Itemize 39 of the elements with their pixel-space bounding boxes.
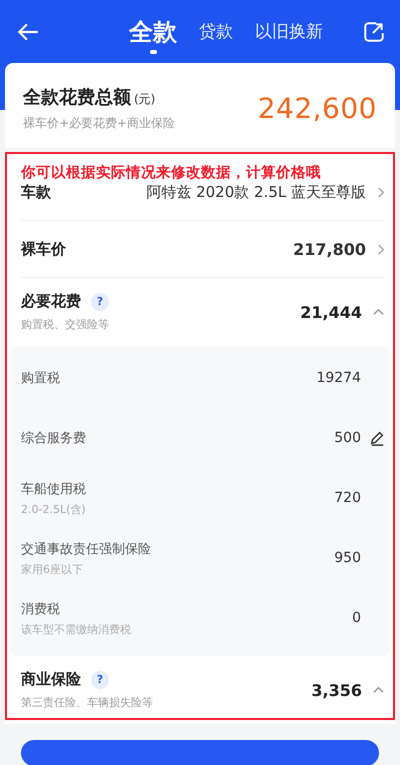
- chevron-up-icon[interactable]: [372, 307, 385, 317]
- item-value: 720: [334, 490, 361, 506]
- tab[interactable]: 贷款: [199, 20, 233, 43]
- annotation-text: 你可以根据实际情况来修改数据，计算价格哦: [21, 164, 321, 182]
- row-value: 217,800: [293, 240, 366, 258]
- tab[interactable]: 以旧换新: [255, 20, 323, 43]
- help-icon[interactable]: ?: [91, 670, 109, 688]
- item-value: 0: [352, 610, 361, 626]
- item-label: 交通事故责任强制保险: [21, 540, 151, 558]
- row-label: 裸车价: [21, 240, 66, 258]
- item-value: 500: [334, 430, 361, 446]
- total-title: 全款花费总额: [23, 86, 131, 109]
- item-label: 车船使用税: [21, 480, 86, 498]
- item-label: 消费税: [21, 600, 61, 618]
- row-label: 车款: [21, 182, 51, 202]
- item-label: 购置税: [21, 370, 60, 387]
- item-label: 综合服务费: [21, 430, 86, 447]
- share-icon[interactable]: [362, 20, 386, 44]
- row-value: 阿特兹 2020款 2.5L 蓝天至尊版: [146, 182, 366, 202]
- formula-text: 裸车价+必要花费+商业保险: [23, 115, 176, 132]
- group-value: 3,356: [311, 680, 362, 700]
- tab[interactable]: 全款: [129, 18, 177, 54]
- group-label: 商业保险: [21, 670, 81, 689]
- item-note: 2.0-2.5L(含): [21, 502, 86, 516]
- item-note: 家用6座以下: [21, 562, 84, 576]
- item-note: 该车型不需缴纳消费税: [21, 622, 131, 636]
- pencil-icon[interactable]: [369, 430, 385, 446]
- item-value: 950: [334, 550, 361, 566]
- chevron-right-icon[interactable]: [376, 186, 385, 198]
- unit-label: (元): [134, 91, 156, 108]
- group-note: 购置税、交强险等: [21, 317, 109, 332]
- group-label: 必要花费: [21, 292, 81, 311]
- item-value: 19274: [316, 370, 361, 386]
- help-icon[interactable]: ?: [91, 292, 109, 310]
- group-value: 21,444: [300, 302, 362, 322]
- total-amount: 242,600: [258, 92, 377, 125]
- chevron-right-icon[interactable]: [376, 242, 385, 256]
- chevron-up-icon[interactable]: [372, 685, 385, 695]
- group-note: 第三责任险、车辆损失险等: [21, 695, 153, 710]
